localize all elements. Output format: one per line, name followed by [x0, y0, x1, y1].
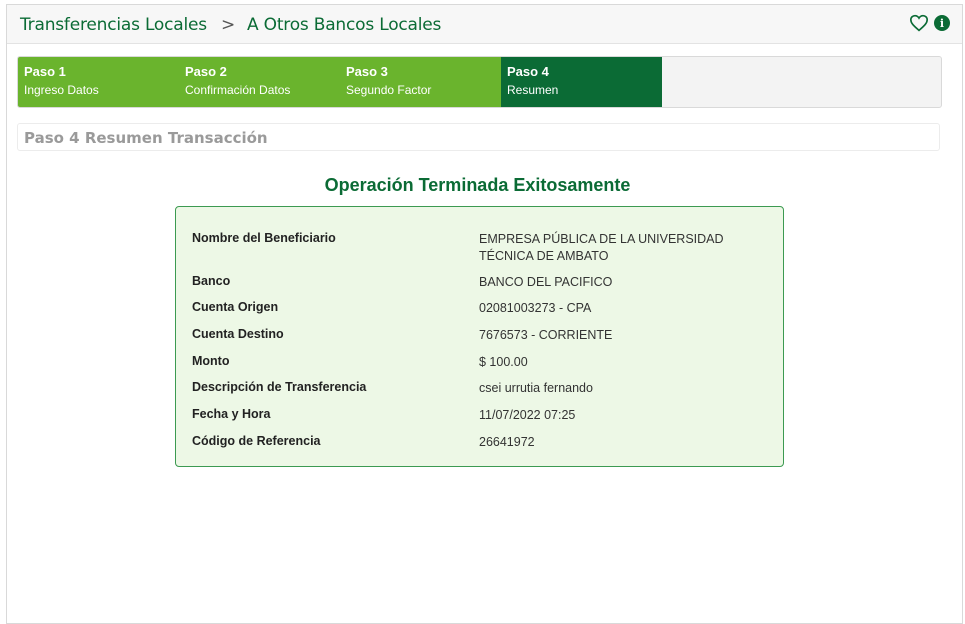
- step-2-number: Paso 2: [185, 64, 227, 79]
- detail-label: Fecha y Hora: [192, 407, 271, 421]
- step-3-label: Segundo Factor: [346, 83, 432, 97]
- detail-value: 11/07/2022 07:25: [479, 408, 576, 422]
- step-4: Paso 4 Resumen: [501, 57, 662, 107]
- breadcrumb-separator: >: [220, 15, 235, 35]
- breadcrumb-parent[interactable]: Transferencias Locales: [20, 15, 207, 35]
- page-header: Transferencias Locales > A Otros Bancos …: [7, 5, 962, 44]
- step-3: Paso 3 Segundo Factor: [340, 57, 501, 107]
- step-4-number: Paso 4: [507, 64, 549, 79]
- info-circle-icon[interactable]: i: [934, 15, 950, 31]
- result-message: Operación Terminada Exitosamente: [324, 175, 631, 195]
- step-2: Paso 2 Confirmación Datos: [179, 57, 340, 107]
- step-4-label: Resumen: [507, 83, 559, 97]
- detail-value: EMPRESA PÚBLICA DE LA UNIVERSIDAD TÉCNIC…: [479, 232, 724, 263]
- detail-value: csei urrutia fernando: [479, 381, 593, 395]
- header-actions: i: [909, 14, 950, 32]
- detail-label: Monto: [192, 354, 230, 368]
- detail-label: Descripción de Transferencia: [192, 380, 367, 394]
- detail-label: Nombre del Beneficiario: [192, 231, 336, 245]
- step-1-number: Paso 1: [24, 64, 66, 79]
- step-1: Paso 1 Ingreso Datos: [18, 57, 179, 107]
- heart-outline-icon[interactable]: [909, 14, 929, 32]
- detail-value: $ 100.00: [479, 355, 528, 369]
- breadcrumb-current: A Otros Bancos Locales: [247, 15, 442, 35]
- detail-value: 02081003273 - CPA: [479, 301, 592, 315]
- detail-value: BANCO DEL PACIFICO: [479, 275, 613, 289]
- detail-value: 7676573 - CORRIENTE: [479, 328, 613, 342]
- detail-label: Banco: [192, 274, 231, 288]
- detail-label: Cuenta Origen: [192, 300, 279, 314]
- detail-label: Código de Referencia: [192, 434, 321, 448]
- transaction-summary-card: Nombre del Beneficiario EMPRESA PÚBLICA …: [175, 206, 784, 467]
- step-3-number: Paso 3: [346, 64, 388, 79]
- detail-label: Cuenta Destino: [192, 327, 284, 341]
- detail-value: 26641972: [479, 435, 535, 449]
- section-title: Paso 4 Resumen Transacción: [17, 123, 940, 151]
- step-2-label: Confirmación Datos: [185, 83, 291, 97]
- step-1-label: Ingreso Datos: [24, 83, 99, 97]
- breadcrumb: Transferencias Locales > A Otros Bancos …: [20, 15, 441, 35]
- steps-progress: Paso 1 Ingreso Datos Paso 2 Confirmación…: [17, 56, 942, 108]
